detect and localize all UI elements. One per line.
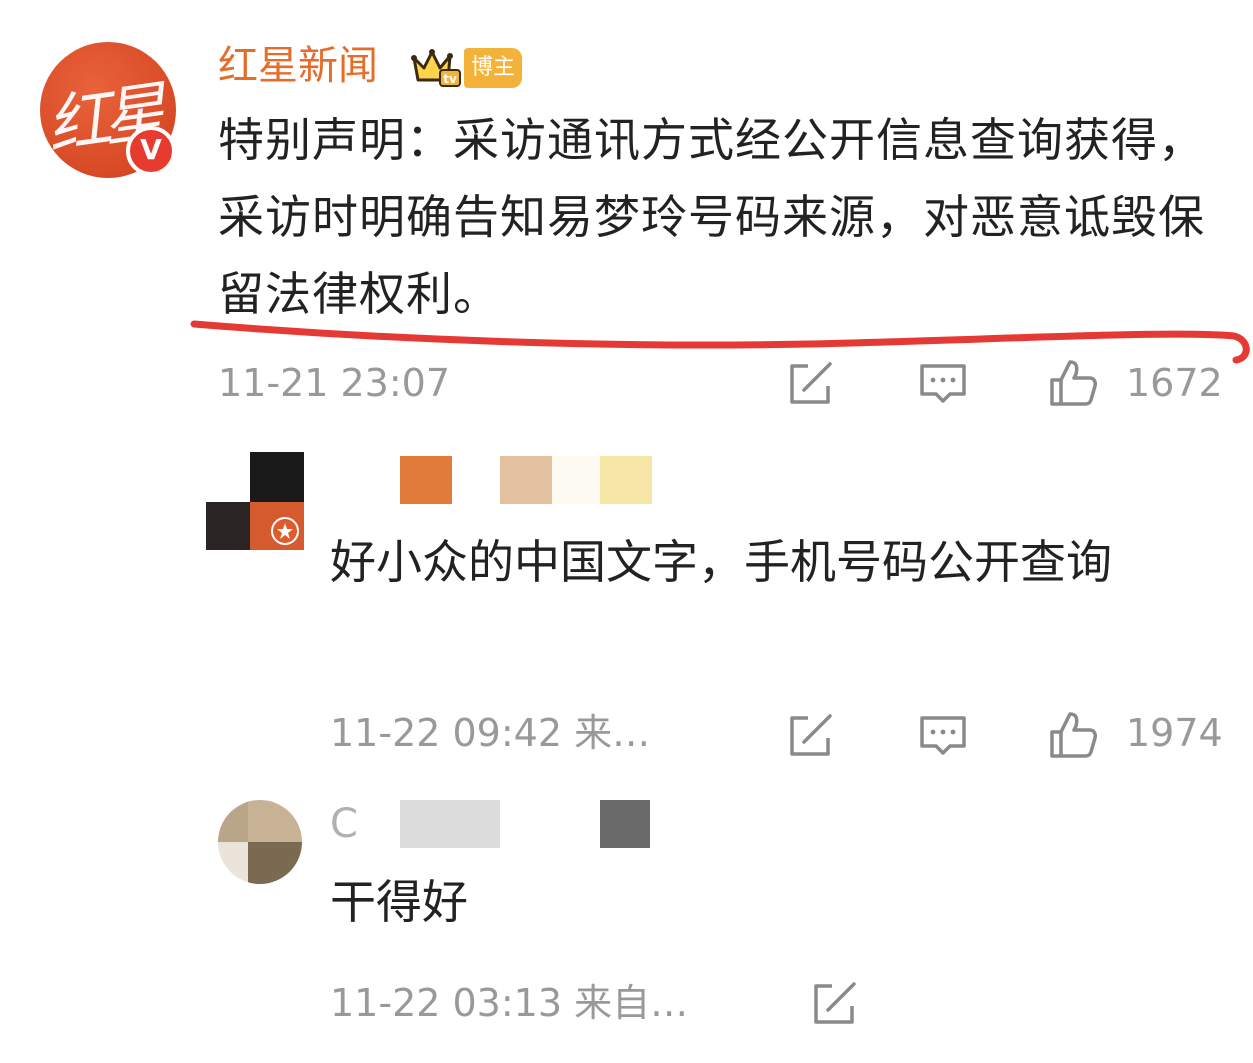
repost-icon[interactable]	[786, 358, 836, 408]
post-timestamp: 11-21 23:07	[218, 361, 451, 405]
comment-username-redacted[interactable]	[330, 456, 670, 506]
repost-icon[interactable]	[786, 710, 836, 760]
username-redaction	[400, 800, 500, 848]
comment-timestamp: 11-22 03:13 来自…	[330, 981, 689, 1025]
repost-icon[interactable]	[810, 978, 860, 1028]
author-name[interactable]: 红星新闻	[218, 40, 378, 92]
like-count: 1672	[1126, 361, 1223, 405]
like-icon[interactable]	[1048, 710, 1098, 760]
comment-icon[interactable]	[918, 358, 968, 408]
verified-badge: V	[126, 126, 176, 176]
post-text: 特别声明：采访通讯方式经公开信息查询获得，采访时明确告知易梦玲号码来源，对恶意诋…	[218, 113, 1205, 321]
comment-avatar[interactable]	[218, 800, 302, 884]
comment-text: 好小众的中国文字，手机号码公开查询	[330, 535, 1112, 589]
comment-icon[interactable]	[918, 710, 968, 760]
crown-icon: tv	[411, 49, 461, 87]
comment-username[interactable]: C	[330, 800, 358, 848]
username-redaction	[600, 800, 650, 848]
svg-text:tv: tv	[443, 72, 457, 86]
comment-timestamp: 11-22 09:42 来…	[330, 711, 651, 755]
blogger-badge: 博主	[464, 48, 522, 88]
comment-text: 干得好	[330, 875, 468, 929]
like-icon[interactable]	[1048, 358, 1098, 408]
member-star-icon	[271, 517, 299, 545]
like-count: 1974	[1126, 711, 1223, 755]
